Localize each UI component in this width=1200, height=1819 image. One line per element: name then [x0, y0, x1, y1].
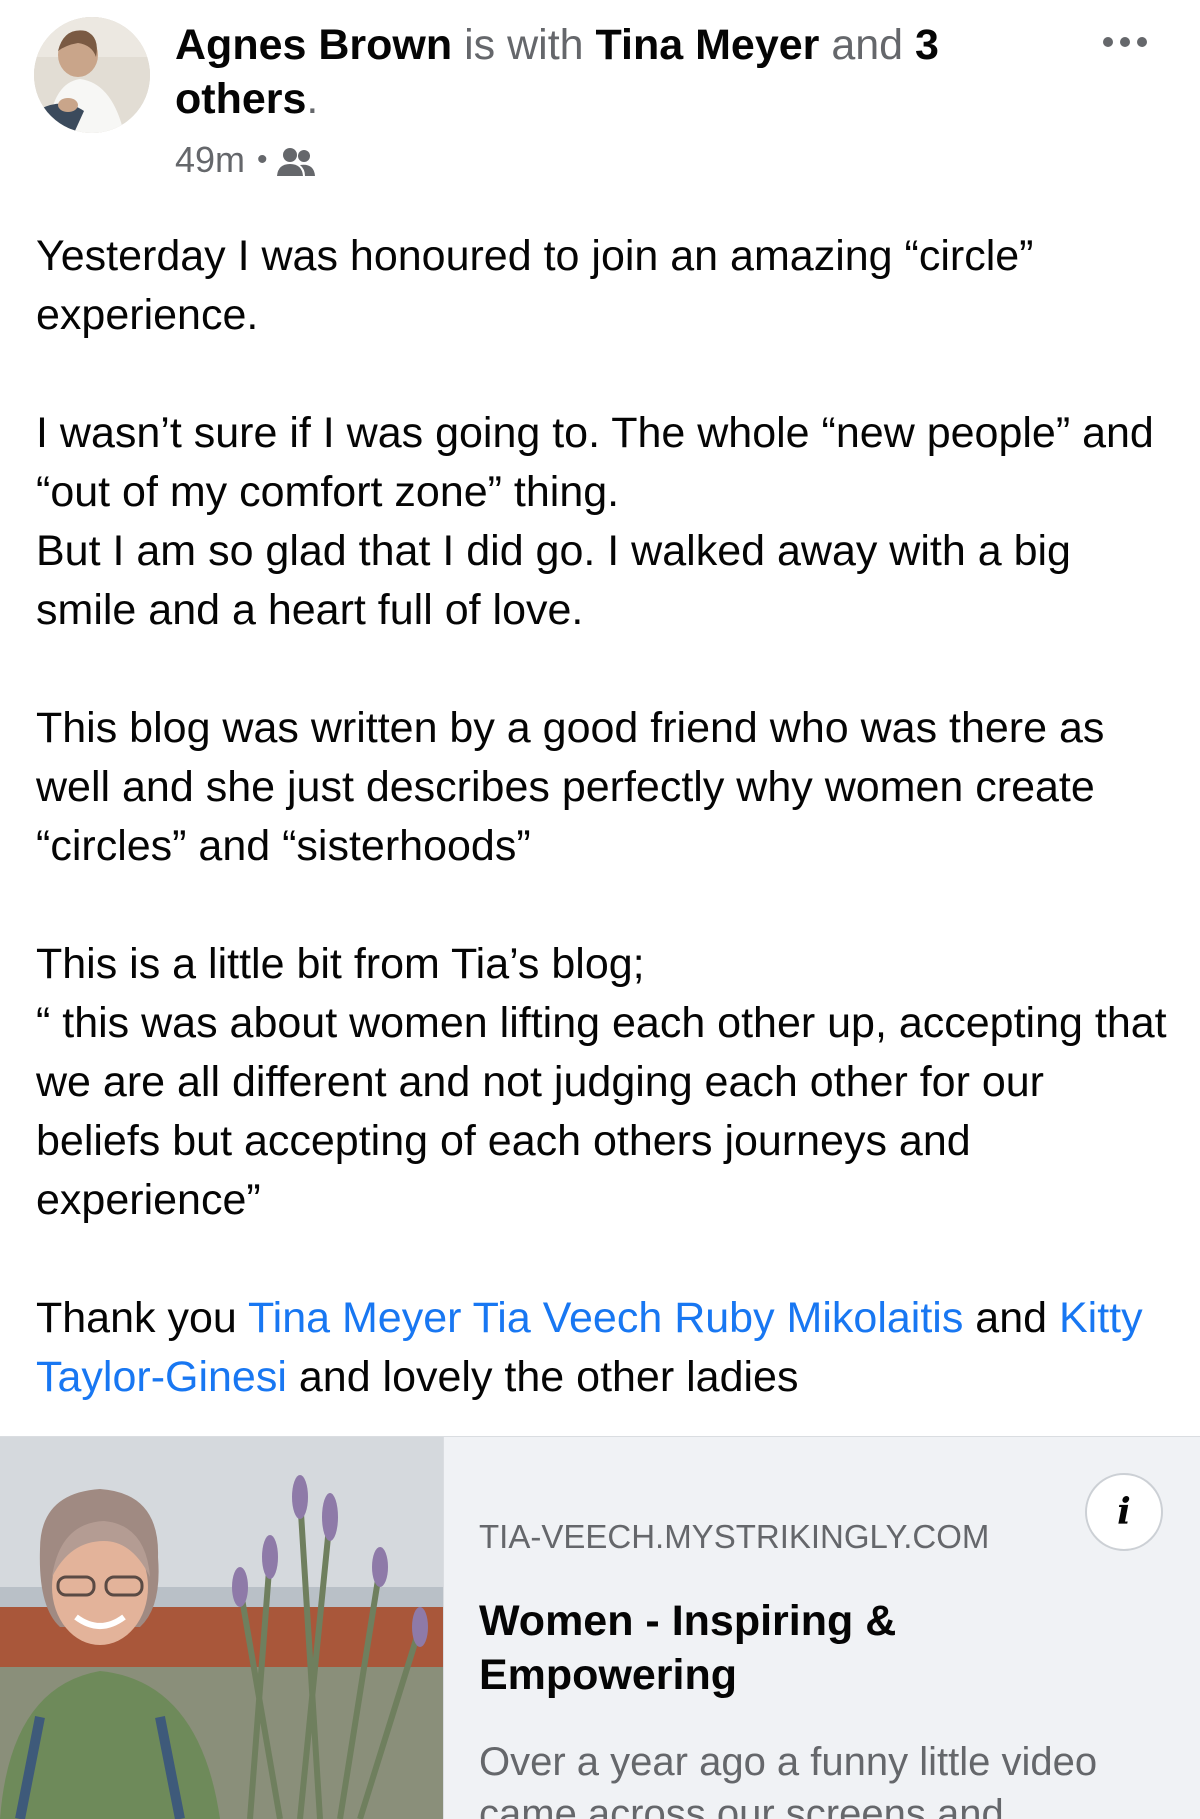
post-meta: 49m • [175, 135, 316, 185]
more-dot [1137, 37, 1147, 47]
and-text: and [831, 21, 904, 69]
tagged-person[interactable]: Tina Meyer [596, 21, 820, 69]
author-name[interactable]: Agnes Brown [175, 21, 452, 69]
mention-ruby-mikolaitis[interactable]: Ruby Mikolaitis [674, 1294, 963, 1342]
with-text: is with [464, 21, 584, 69]
post-time[interactable]: 49m [175, 135, 245, 185]
more-dot [1120, 37, 1130, 47]
thanks-prefix: Thank you [36, 1294, 237, 1342]
preview-photo [0, 1437, 443, 1819]
facebook-post: Agnes Brown is with Tina Meyer and 3 oth… [0, 0, 1200, 1819]
author-avatar[interactable] [34, 17, 150, 133]
info-icon[interactable]: i [1085, 1473, 1163, 1551]
post-paragraph: This is a little bit from Tia’s blog; “ … [36, 940, 1167, 1224]
more-horizontal-icon[interactable] [1090, 20, 1160, 64]
link-title[interactable]: Women - Inspiring & Empowering [479, 1594, 1159, 1702]
link-domain: TIA-VEECH.MYSTRIKINGLY.COM [479, 1518, 990, 1555]
meta-separator: • [257, 143, 268, 176]
link-preview-info[interactable]: TIA-VEECH.MYSTRIKINGLY.COM Women - Inspi… [444, 1437, 1200, 1819]
thanks-suffix: and lovely the other ladies [298, 1353, 799, 1401]
more-dot [1103, 37, 1113, 47]
post-text: Yesterday I was honoured to join an amaz… [36, 227, 1176, 1466]
post-paragraph: I wasn’t sure if I was going to. The who… [36, 409, 1154, 634]
mention-tina-meyer[interactable]: Tina Meyer [248, 1294, 461, 1342]
link-preview-image[interactable] [0, 1437, 444, 1819]
avatar-photo [34, 17, 150, 133]
post-paragraph: This blog was written by a good friend w… [36, 704, 1105, 870]
friends-icon[interactable] [276, 143, 316, 177]
header-period: . [306, 75, 319, 123]
and-text: and [975, 1294, 1048, 1342]
thanks-paragraph: Thank you Tina Meyer Tia Veech Ruby Miko… [36, 1289, 1176, 1407]
link-preview[interactable]: TIA-VEECH.MYSTRIKINGLY.COM Women - Inspi… [0, 1436, 1200, 1819]
post-paragraph: Yesterday I was honoured to join an amaz… [36, 232, 1034, 339]
mention-tia-veech[interactable]: Tia Veech [473, 1294, 663, 1342]
post-header: Agnes Brown is with Tina Meyer and 3 oth… [175, 18, 1055, 126]
link-description: Over a year ago a funny little video cam… [479, 1740, 1098, 1819]
